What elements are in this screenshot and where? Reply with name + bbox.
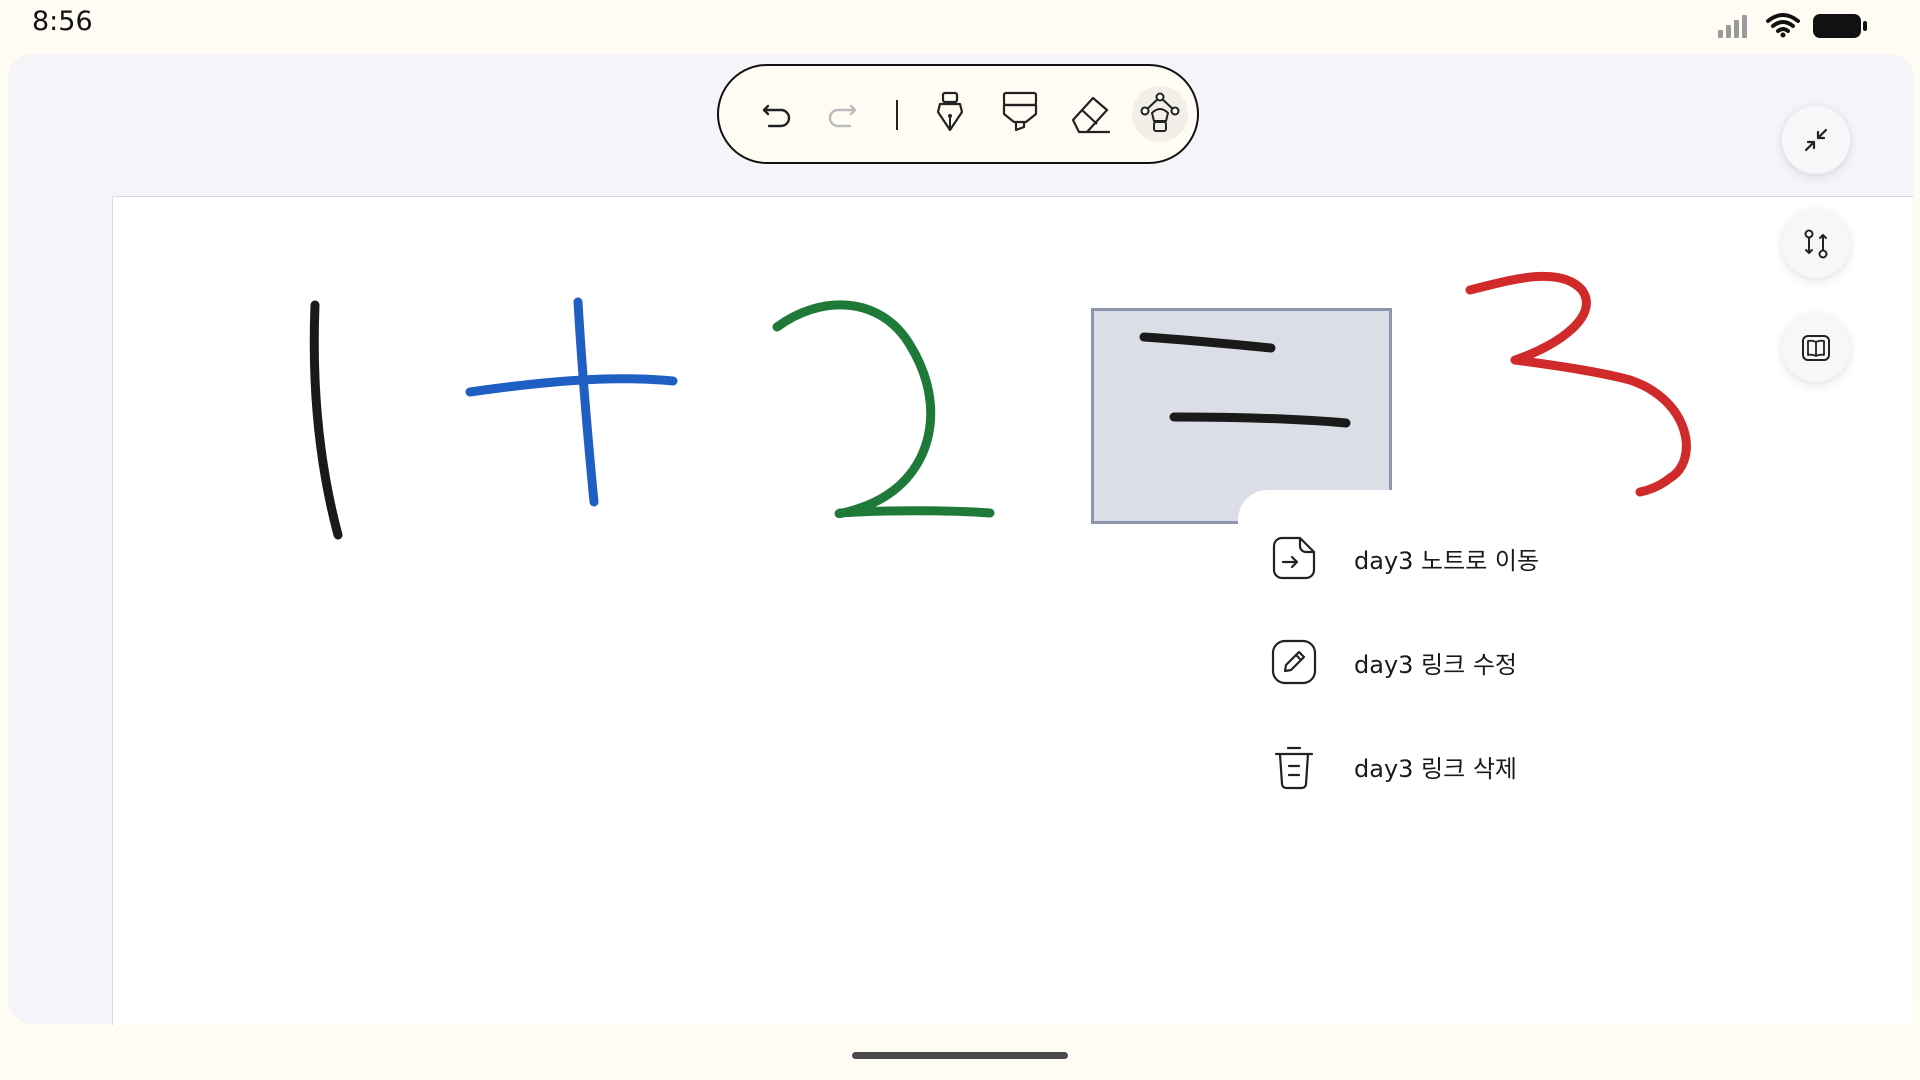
- stroke-plus-horizontal: [465, 374, 678, 397]
- stroke-equals-bottom: [1169, 412, 1351, 428]
- stroke-plus-vertical: [573, 297, 599, 507]
- move-note-icon: [1268, 532, 1320, 584]
- menu-item-delete-link[interactable]: day3 링크 삭제: [1268, 736, 1608, 796]
- menu-item-move-to-note[interactable]: day3 노트로 이동: [1268, 528, 1608, 588]
- home-indicator[interactable]: [852, 1052, 1068, 1059]
- menu-item-label: day3 링크 삭제: [1354, 754, 1517, 783]
- menu-item-label: day3 링크 수정: [1354, 650, 1517, 679]
- stroke-two: [772, 300, 995, 519]
- handwriting-canvas: [309, 271, 1691, 540]
- edit-icon: [1268, 636, 1320, 688]
- trash-icon: [1268, 740, 1320, 792]
- stroke-equals-top: [1139, 332, 1276, 353]
- link-context-menu: day3 노트로 이동 day3 링크 수정 day3 링크 삭제: [1238, 490, 1618, 810]
- stroke-one: [309, 300, 343, 540]
- stroke-three: [1465, 271, 1691, 497]
- menu-item-edit-link[interactable]: day3 링크 수정: [1268, 632, 1608, 692]
- menu-item-label: day3 노트로 이동: [1354, 546, 1540, 575]
